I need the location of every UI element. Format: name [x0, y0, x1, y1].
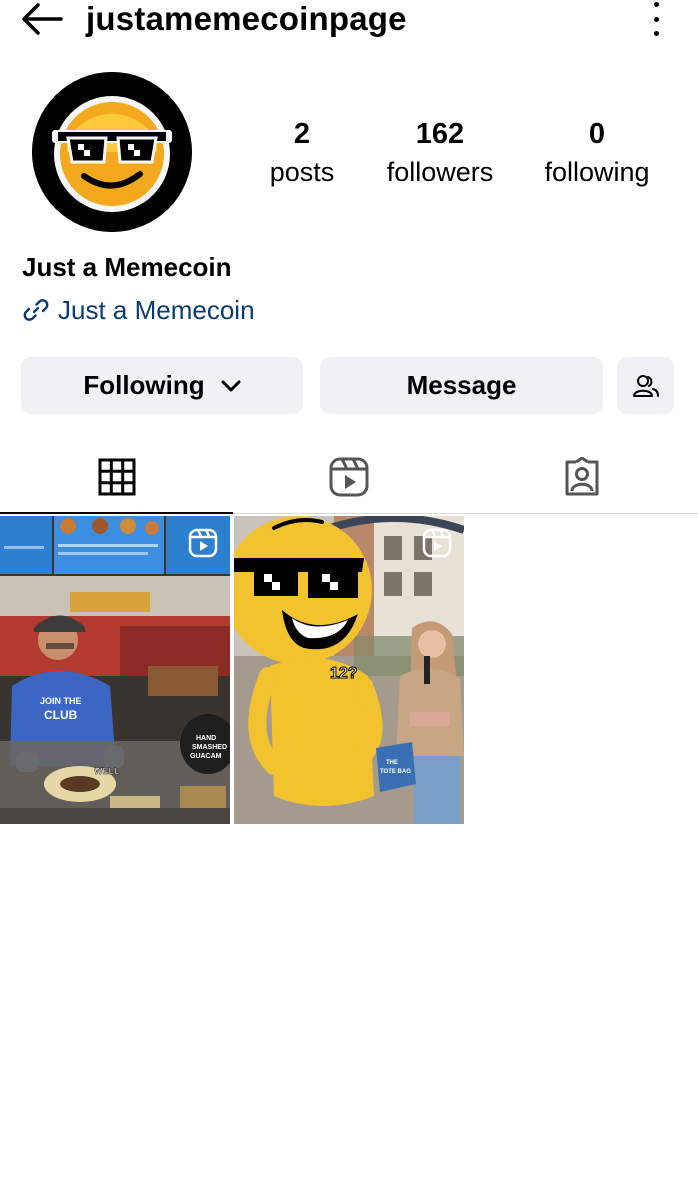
- posts-count[interactable]: 2 posts: [262, 118, 342, 188]
- following-count-label: following: [544, 157, 650, 187]
- back-button[interactable]: [20, 2, 64, 36]
- post-thumbnail[interactable]: ABY STREET 12? THE TOTE BAG: [234, 516, 464, 824]
- video-caption: 12?: [330, 665, 358, 682]
- followers-count[interactable]: 162 followers: [378, 118, 502, 188]
- profile-username: justamemecoinpage: [86, 0, 407, 37]
- shirt-text: JOIN THE: [40, 696, 82, 706]
- suggested-people-button[interactable]: [617, 357, 674, 414]
- more-vertical-icon: [653, 2, 659, 7]
- sign-text-2: SMASHED: [192, 744, 227, 751]
- followers-count-value: 162: [415, 118, 465, 150]
- bag-text-1: THE: [386, 760, 398, 766]
- grid-icon: [98, 458, 135, 496]
- shirt-text-2: CLUB: [44, 708, 78, 722]
- tab-reels[interactable]: [233, 440, 465, 514]
- video-caption: WELL: [94, 766, 120, 776]
- post-image: JOIN THE CLUB HAND SMASHED GUACAM WELL: [0, 516, 230, 824]
- reels-icon: [422, 528, 452, 558]
- add-people-icon: [632, 374, 659, 397]
- arrow-left-icon: [22, 3, 63, 35]
- message-button-label: Message: [406, 370, 517, 400]
- following-button[interactable]: Following: [21, 357, 303, 414]
- profile-display-name: Just a Memecoin: [22, 252, 232, 282]
- posts-count-value: 2: [293, 118, 311, 150]
- tab-posts-grid[interactable]: [0, 440, 233, 514]
- post-image: ABY STREET 12? THE TOTE BAG: [234, 516, 464, 824]
- sign-text-1: HAND: [196, 735, 216, 742]
- bag-text-2: TOTE BAG: [380, 769, 411, 775]
- reels-icon: [329, 457, 369, 497]
- following-count-value: 0: [588, 118, 606, 150]
- profile-link-text: Just a Memecoin: [58, 295, 255, 325]
- more-options-button[interactable]: [644, 2, 668, 36]
- following-button-label: Following: [83, 370, 205, 400]
- sunglasses-smiley-icon: [32, 72, 192, 232]
- tagged-person-icon: [565, 457, 598, 496]
- profile-tabs: [0, 440, 698, 514]
- post-thumbnail[interactable]: JOIN THE CLUB HAND SMASHED GUACAM WELL: [0, 516, 230, 824]
- following-count[interactable]: 0 following: [538, 118, 656, 188]
- profile-link[interactable]: Just a Memecoin: [22, 295, 255, 325]
- active-tab-indicator: [0, 512, 233, 514]
- followers-count-label: followers: [386, 157, 494, 187]
- top-bar: justamemecoinpage: [0, 0, 698, 44]
- tab-tagged[interactable]: [465, 440, 698, 514]
- sign-text-3: GUACAM: [190, 753, 222, 760]
- message-button[interactable]: Message: [320, 357, 603, 414]
- reels-icon: [188, 528, 218, 558]
- street-sign-text: ABY STREET: [380, 525, 424, 532]
- profile-avatar[interactable]: [32, 72, 192, 232]
- link-icon: [23, 299, 49, 321]
- posts-count-label: posts: [269, 157, 335, 187]
- chevron-down-icon: [221, 379, 241, 393]
